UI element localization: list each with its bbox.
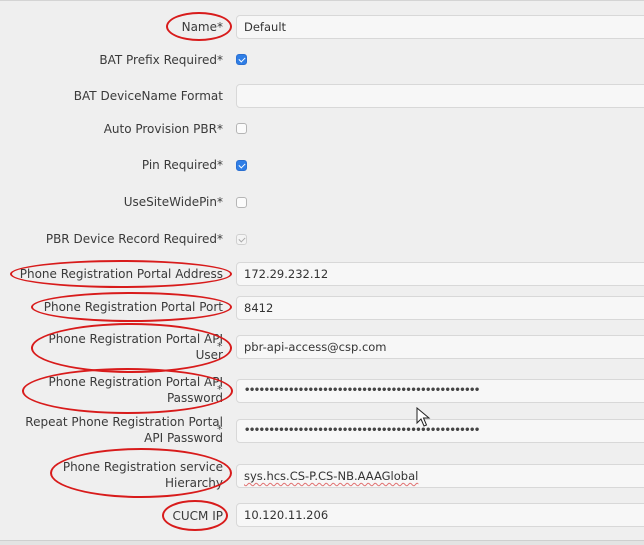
api-user-label-line1: Phone Registration Portal API	[48, 332, 223, 346]
use-site-wide-pin-label: UseSiteWidePin*	[123, 195, 223, 209]
name-input[interactable]: Default	[236, 15, 644, 39]
name-label: Name*	[181, 20, 223, 34]
api-user-input[interactable]: pbr-api-access@csp.com	[236, 335, 644, 359]
pin-required-checkbox[interactable]	[236, 160, 247, 171]
bat-prefix-required-checkbox[interactable]	[236, 54, 247, 65]
portal-address-input[interactable]: 172.29.232.12	[236, 262, 644, 286]
pin-required-label: Pin Required*	[141, 158, 223, 172]
portal-port-label: Phone Registration Portal Port	[43, 300, 223, 314]
repeat-api-password-label: Repeat Phone Registration Portal API Pas…	[3, 414, 223, 446]
repeat-api-password-required-mark: *	[217, 423, 223, 436]
service-hierarchy-label-line2: Hierarchy	[164, 476, 223, 490]
pbr-device-record-required-label: PBR Device Record Required*	[45, 232, 223, 246]
auto-provision-pbr-label: Auto Provision PBR*	[103, 122, 223, 136]
portal-address-label: Phone Registration Portal Address	[19, 267, 223, 281]
api-password-input[interactable]: ••••••••••••••••••••••••••••••••••••••••…	[236, 379, 644, 403]
service-hierarchy-label: Phone Registration service Hierarchy	[3, 459, 223, 491]
api-password-label-line1: Phone Registration Portal API	[48, 375, 223, 389]
cucm-ip-label: CUCM IP	[172, 509, 223, 523]
repeat-api-password-label-line1: Repeat Phone Registration Portal	[25, 415, 223, 429]
api-password-label: Phone Registration Portal API Password	[3, 374, 223, 406]
api-password-required-mark: *	[217, 383, 223, 396]
auto-provision-pbr-checkbox[interactable]	[236, 123, 247, 134]
top-divider	[0, 0, 644, 1]
repeat-api-password-input[interactable]: ••••••••••••••••••••••••••••••••••••••••…	[236, 419, 644, 443]
bat-devicename-format-input[interactable]	[236, 84, 644, 108]
api-user-label-line2: User	[195, 348, 223, 362]
pbr-device-record-required-checkbox	[236, 234, 247, 245]
service-hierarchy-label-line1: Phone Registration service	[62, 460, 223, 474]
repeat-api-password-label-line2: API Password	[144, 431, 223, 445]
use-site-wide-pin-checkbox[interactable]	[236, 197, 247, 208]
service-hierarchy-input[interactable]: sys.hcs.CS-P.CS-NB.AAAGlobal	[236, 464, 644, 488]
portal-port-input[interactable]: 8412	[236, 296, 644, 320]
api-user-label: Phone Registration Portal API User	[3, 331, 223, 363]
cucm-ip-input[interactable]: 10.120.11.206	[236, 503, 644, 527]
bottom-divider	[0, 540, 644, 545]
service-hierarchy-value: sys.hcs.CS-P.CS-NB.AAAGlobal	[244, 469, 419, 483]
bat-devicename-format-label: BAT DeviceName Format	[73, 89, 223, 103]
api-password-label-line2: Password	[166, 391, 223, 405]
mouse-cursor-icon	[416, 407, 431, 427]
bat-prefix-required-label: BAT Prefix Required*	[99, 53, 223, 67]
api-user-required-mark: *	[217, 340, 223, 353]
